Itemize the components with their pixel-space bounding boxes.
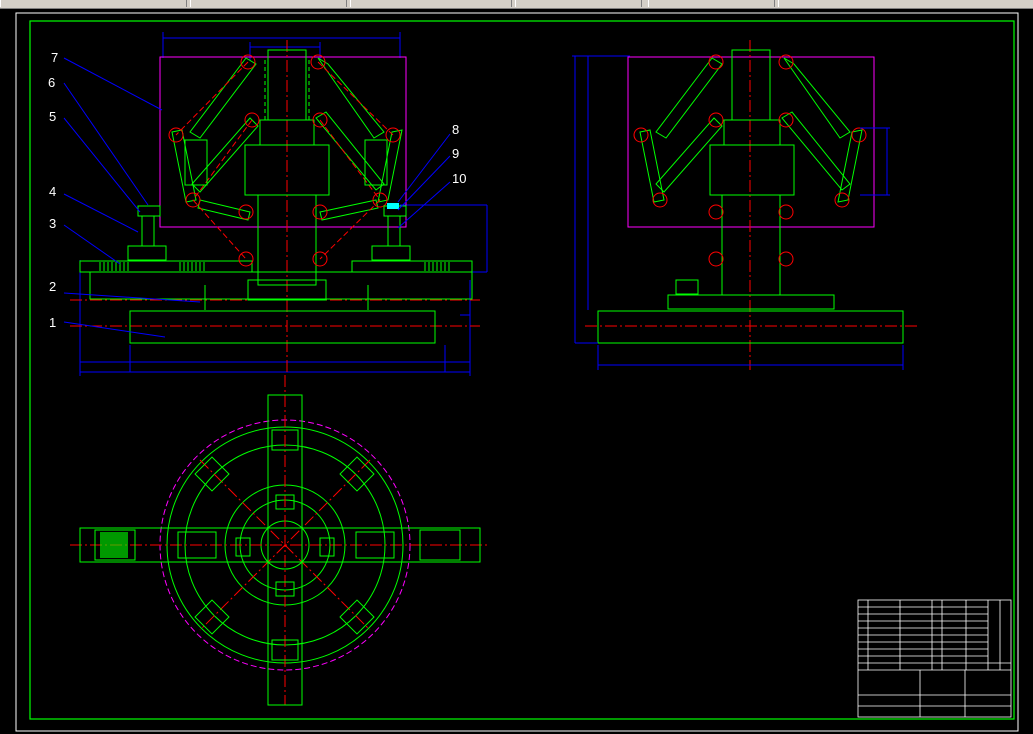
gripper-right <box>371 205 411 261</box>
toolbar-segment[interactable] <box>350 0 512 7</box>
toolbar-segment[interactable] <box>190 0 347 7</box>
spring-left <box>99 262 205 271</box>
balloon-2: 2 <box>49 279 57 294</box>
cad-toolbar <box>0 0 1033 9</box>
dimension-lines <box>79 32 488 376</box>
balloon-6: 6 <box>48 75 56 90</box>
balloon-9: 9 <box>452 146 460 161</box>
balloon-leaders <box>63 57 451 338</box>
gripper-left <box>127 205 167 261</box>
balloon-3: 3 <box>49 216 57 231</box>
side-view <box>572 40 920 370</box>
spring-right <box>424 262 450 271</box>
base-slab <box>129 310 436 344</box>
toolbar-segment[interactable] <box>515 0 642 7</box>
cad-drawing <box>15 12 1019 732</box>
balloon-8: 8 <box>452 122 460 137</box>
toolbar-segment[interactable] <box>778 0 1033 7</box>
balloon-4: 4 <box>49 184 57 199</box>
balloon-1: 1 <box>49 315 57 330</box>
title-block <box>857 599 1012 718</box>
balloon-5: 5 <box>49 109 57 124</box>
drawing-canvas[interactable]: 7 6 5 4 3 2 1 8 9 10 <box>0 9 1033 734</box>
balloon-10: 10 <box>452 171 467 186</box>
plan-view <box>70 375 490 706</box>
balloon-7: 7 <box>51 50 59 65</box>
toolbar-segment[interactable] <box>0 0 187 7</box>
toolbar-segment[interactable] <box>648 0 775 7</box>
linkage-centerlines <box>175 61 394 260</box>
